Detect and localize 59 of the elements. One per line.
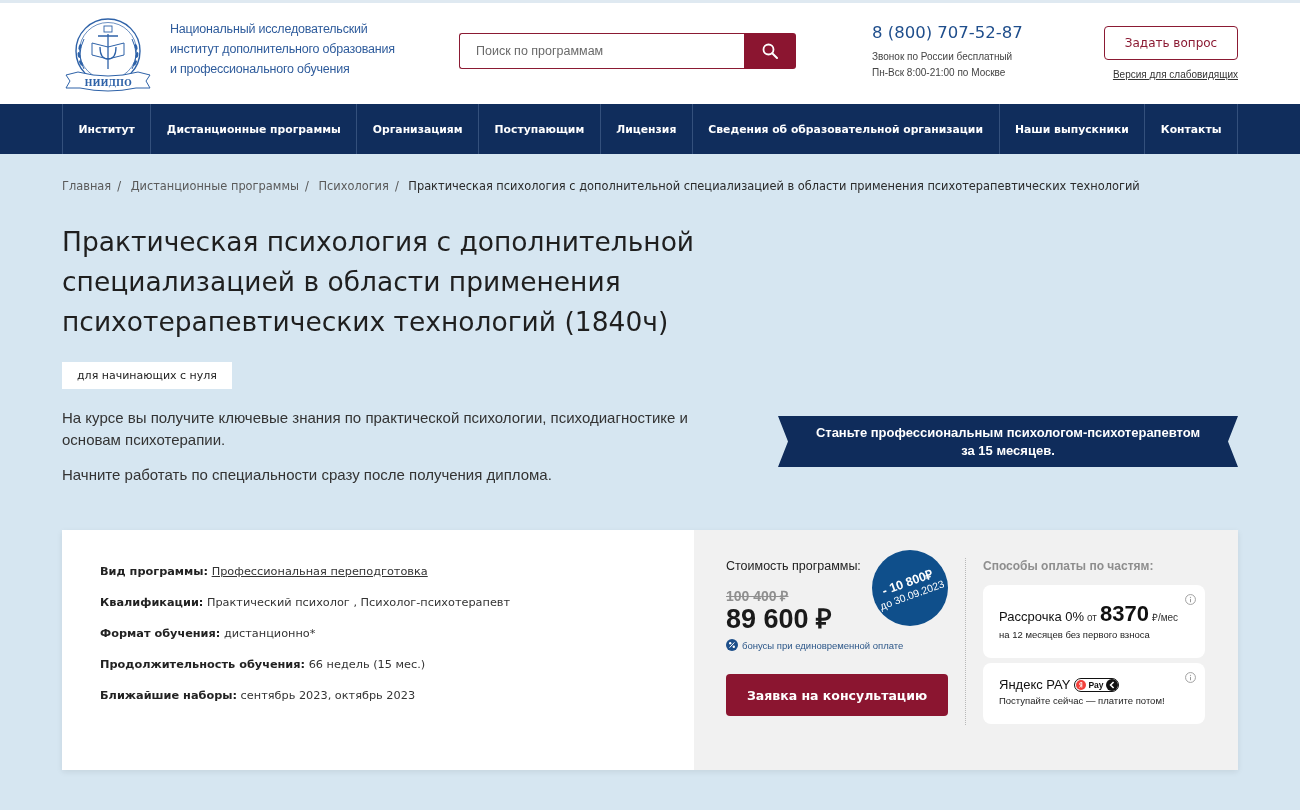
nav-link[interactable]: Наши выпускники xyxy=(1015,122,1129,136)
payment-option-card[interactable]: Рассрочка 0% от 8370₽/мес на 12 месяцев без первого взноса xyxy=(983,585,1205,658)
installment-note: на 12 месяцев без первого взноса xyxy=(999,629,1151,640)
ask-question-button[interactable]: Задать вопрос xyxy=(1104,25,1238,60)
installment-unit: ₽/мес xyxy=(1151,611,1179,624)
price-label: Стоимость программы: xyxy=(726,558,861,574)
audience-tag: для начинающих с нуля xyxy=(62,362,232,389)
consultation-request-button[interactable]: Заявка на консультацию xyxy=(726,674,948,716)
installment-title: Рассрочка 0% xyxy=(999,609,1085,624)
promo-ribbon: Станьте профессиональным психологом-психотерапевтом за 15 месяцев. xyxy=(778,416,1238,467)
yandex-pay-note: Поступайте сейчас — платите потом! xyxy=(999,695,1166,706)
installment-amount: 8370 xyxy=(1099,602,1149,626)
institute-name: Национальный исследовательский институт дополнительного образования и профессионального обучения xyxy=(170,20,395,78)
search-button[interactable] xyxy=(744,32,796,69)
phone-link[interactable]: 8 (800) 707-52-87 xyxy=(872,22,1023,42)
circle-logo-icon xyxy=(1076,679,1087,690)
program-type-link[interactable]: Профессиональная переподготовка xyxy=(211,565,428,578)
percent-icon xyxy=(726,639,738,651)
detail-label: Ближайшие наборы: xyxy=(100,689,237,702)
breadcrumb-link[interactable]: Психология xyxy=(318,179,389,193)
detail-value: Практический психолог , Психолог-психотерапевт xyxy=(206,596,511,609)
nav-link[interactable]: Институт xyxy=(78,122,135,136)
nav-link[interactable]: Контакты xyxy=(1160,122,1222,136)
old-price: 100 400 ₽ xyxy=(726,588,789,604)
course-title: Практическая психология с дополнительной специализацией в области применения психотерапевтических технологий (1840ч) xyxy=(62,225,696,339)
nav-link[interactable]: Лицензия xyxy=(616,122,677,136)
detail-label: Вид программы: xyxy=(100,565,209,578)
call-hours-text: Звонок по России бесплатный Пн-Вск 8:00-21:00 по Москве xyxy=(872,49,1014,80)
chevron-icon xyxy=(1105,678,1118,691)
info-icon[interactable] xyxy=(1185,594,1196,605)
breadcrumb-separator: / xyxy=(117,179,122,193)
detail-label: Продолжительность обучения: xyxy=(100,658,306,671)
search-field[interactable]: Поиск по программам xyxy=(459,32,744,69)
breadcrumb-link[interactable]: Дистанционные программы xyxy=(130,179,299,193)
search-icon xyxy=(762,42,778,59)
course-description: На курсе вы получите ключевые знания по практической психологии, психодиагностике и основам психотерапии. xyxy=(62,408,689,450)
breadcrumb-separator: / xyxy=(304,179,309,193)
payment-option-card[interactable]: Яндекс PAY Pay Поступайте сейчас — платите потом! xyxy=(983,663,1205,724)
breadcrumb-separator: / xyxy=(394,179,399,193)
installments-heading: Способы оплаты по частям: xyxy=(983,558,1155,574)
nav-link[interactable]: Дистанционные программы xyxy=(166,122,341,136)
low-vision-version-link[interactable]: Версия для слабовидящих xyxy=(1112,68,1238,80)
detail-label: Квалификации: xyxy=(100,596,204,609)
pay-badge-text: Pay xyxy=(1088,679,1104,690)
nav-link[interactable]: Организациям xyxy=(372,122,463,136)
breadcrumb-link[interactable]: Главная xyxy=(62,179,112,193)
breadcrumb-current: Практическая психология с дополнительной специализацией в области применения психотерапевтических технологий xyxy=(408,179,1140,193)
detail-label: Формат обучения: xyxy=(100,627,221,640)
info-icon[interactable] xyxy=(1185,672,1196,683)
detail-value: 66 недель (15 мес.) xyxy=(308,658,426,671)
yandex-pay-title: Яндекс PAY xyxy=(999,677,1071,692)
nav-link[interactable]: Сведения об образовательной организации xyxy=(708,122,983,136)
installment-prefix: от xyxy=(1087,612,1097,623)
nav-link[interactable]: Поступающим xyxy=(494,122,585,136)
detail-value: дистанционно* xyxy=(223,627,316,640)
detail-value: сентябрь 2023, октябрь 2023 xyxy=(240,689,416,702)
course-description: Начните работать по специальности сразу после получения диплома. xyxy=(62,465,553,485)
current-price: 89 600 ₽ xyxy=(726,604,833,634)
bonus-note: бонусы при единовременной оплате xyxy=(742,639,904,651)
